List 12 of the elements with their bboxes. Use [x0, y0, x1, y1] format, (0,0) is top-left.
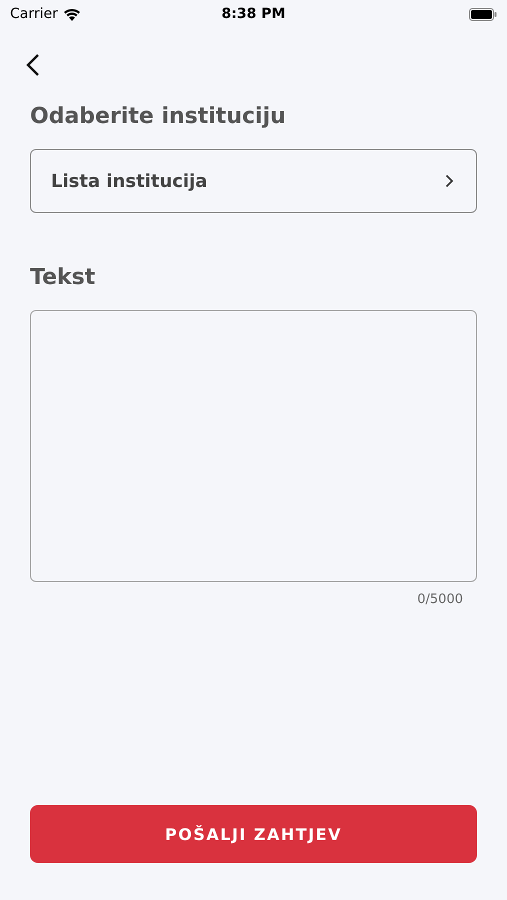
carrier-name: Carrier	[10, 6, 58, 22]
submit-request-button[interactable]: POŠALJI ZAHTJEV	[30, 805, 477, 863]
status-time: 8:38 PM	[222, 6, 286, 22]
wifi-icon	[62, 8, 81, 20]
section-heading: Tekst	[30, 265, 96, 290]
text-input-field[interactable]	[30, 310, 477, 582]
character-counter: 0/5000	[417, 592, 463, 607]
institution-select[interactable]: Lista institucija	[30, 149, 477, 213]
battery-icon	[468, 8, 497, 20]
back-chevron-icon	[26, 53, 40, 77]
chevron-right-icon	[445, 174, 454, 188]
section-heading: Odaberite instituciju	[30, 104, 287, 129]
